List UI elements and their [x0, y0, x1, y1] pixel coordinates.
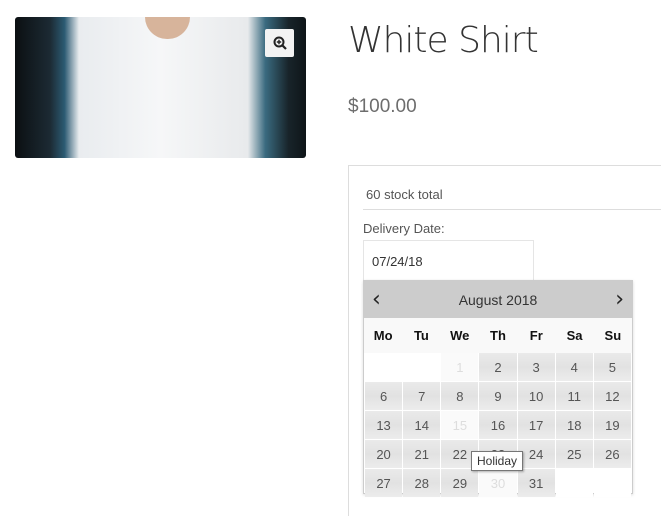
day-cell[interactable]: 9 [479, 382, 517, 410]
day-cell[interactable]: 10 [517, 382, 555, 410]
empty-cell [555, 469, 593, 497]
delivery-date-label: Delivery Date: [363, 221, 445, 236]
day-cell[interactable]: 17 [517, 411, 555, 439]
next-month-button[interactable]: › [615, 287, 624, 312]
day-cell[interactable]: 31 [517, 469, 555, 497]
weekday-label: We [450, 328, 470, 343]
day-cell[interactable]: 21 [403, 440, 441, 468]
day-cell[interactable]: 18 [555, 411, 593, 439]
day-cell[interactable]: 8 [441, 382, 479, 410]
day-cell[interactable]: 12 [593, 382, 631, 410]
day-cell[interactable]: 16 [479, 411, 517, 439]
day-cell[interactable]: 24 [517, 440, 555, 468]
datepicker-header: ‹ August 2018 › [364, 281, 632, 318]
weekday-label: Sa [566, 328, 583, 343]
image-zoom-button[interactable] [265, 29, 294, 57]
weekday-row: Mo Tu We Th Fr Sa Su [364, 318, 632, 353]
weekday-label: Mo [373, 328, 393, 343]
empty-cell [593, 469, 631, 497]
day-disabled: 15 [441, 411, 479, 439]
weekday-label: Su [604, 328, 622, 343]
day-cell[interactable]: 2 [479, 353, 517, 381]
month-title: August 2018 [458, 291, 538, 308]
weekday-label: Th [490, 328, 506, 343]
day-cell[interactable]: 29 [441, 469, 479, 497]
day-disabled: 1 [441, 353, 479, 381]
prev-month-button[interactable]: ‹ [372, 287, 381, 312]
day-grid: 1234567891011121314151617181920212223242… [364, 353, 632, 497]
day-cell[interactable]: 5 [593, 353, 631, 381]
divider [363, 209, 661, 210]
product-title: White Shirt [348, 20, 539, 61]
product-price: $100.00 [348, 96, 417, 117]
day-cell[interactable]: 11 [555, 382, 593, 410]
empty-cell [365, 353, 403, 381]
zoom-in-icon [273, 36, 287, 50]
day-cell[interactable]: 26 [593, 440, 631, 468]
day-cell[interactable]: 13 [365, 411, 403, 439]
day-disabled: 30 [479, 469, 517, 497]
day-cell[interactable]: 14 [403, 411, 441, 439]
day-cell[interactable]: 6 [365, 382, 403, 410]
product-image[interactable] [15, 17, 306, 158]
empty-cell [403, 353, 441, 381]
holiday-tooltip: Holiday [471, 451, 524, 471]
day-cell[interactable]: 27 [365, 469, 403, 497]
day-cell[interactable]: 20 [365, 440, 403, 468]
weekday-label: Fr [529, 328, 543, 343]
weekday-label: Tu [413, 328, 429, 343]
delivery-date-input[interactable]: 07/24/18 [363, 240, 534, 280]
day-cell[interactable]: 28 [403, 469, 441, 497]
day-cell[interactable]: 19 [593, 411, 631, 439]
day-cell[interactable]: 7 [403, 382, 441, 410]
day-cell[interactable]: 3 [517, 353, 555, 381]
day-cell[interactable]: 4 [555, 353, 593, 381]
stock-total: 60 stock total [366, 187, 443, 202]
day-cell[interactable]: 25 [555, 440, 593, 468]
